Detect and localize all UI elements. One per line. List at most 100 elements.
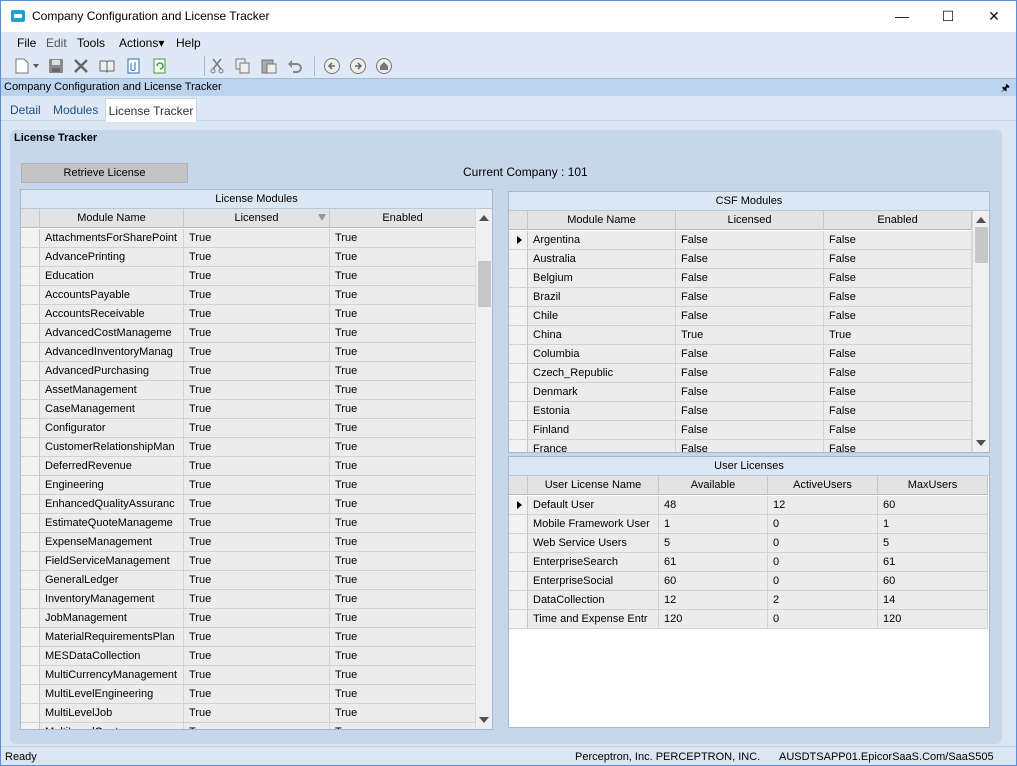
row-selector[interactable]	[509, 534, 528, 553]
row-selector[interactable]	[509, 440, 528, 452]
row-selector[interactable]	[509, 383, 528, 402]
table-cell[interactable]: True	[184, 628, 330, 647]
table-cell[interactable]: True	[330, 343, 476, 362]
delete-icon[interactable]	[72, 57, 90, 75]
table-cell[interactable]: 0	[768, 534, 878, 553]
row-selector[interactable]	[509, 269, 528, 288]
table-cell[interactable]: CaseManagement	[40, 400, 184, 419]
table-cell[interactable]: False	[676, 269, 824, 288]
table-cell[interactable]: False	[676, 307, 824, 326]
table-cell[interactable]: False	[824, 383, 972, 402]
column-header[interactable]: Licensed	[184, 209, 330, 228]
table-cell[interactable]: False	[824, 364, 972, 383]
table-cell[interactable]: True	[330, 685, 476, 704]
row-selector[interactable]	[21, 666, 40, 685]
row-selector[interactable]	[21, 628, 40, 647]
table-cell[interactable]: Web Service Users	[528, 534, 659, 553]
table-cell[interactable]: MultiCurrencyManagement	[40, 666, 184, 685]
table-cell[interactable]: True	[184, 362, 330, 381]
close-button[interactable]: ✕	[971, 1, 1016, 32]
table-cell[interactable]: AccountsPayable	[40, 286, 184, 305]
table-cell[interactable]: EstimateQuoteManageme	[40, 514, 184, 533]
row-selector[interactable]	[21, 286, 40, 305]
row-selector[interactable]	[21, 381, 40, 400]
row-selector[interactable]	[509, 364, 528, 383]
vertical-scrollbar[interactable]	[475, 209, 492, 729]
column-header[interactable]: Module Name	[40, 209, 184, 228]
table-cell[interactable]: True	[330, 305, 476, 324]
table-cell[interactable]: True	[184, 438, 330, 457]
table-cell[interactable]: False	[676, 440, 824, 452]
table-cell[interactable]: True	[330, 419, 476, 438]
table-cell[interactable]: 0	[768, 572, 878, 591]
row-selector[interactable]	[21, 514, 40, 533]
table-cell[interactable]: 5	[878, 534, 988, 553]
row-selector[interactable]	[509, 591, 528, 610]
table-cell[interactable]: Belgium	[528, 269, 676, 288]
table-cell[interactable]: True	[330, 248, 476, 267]
table-cell[interactable]: True	[330, 495, 476, 514]
book-icon[interactable]	[98, 57, 116, 75]
table-cell[interactable]: True	[330, 324, 476, 343]
table-cell[interactable]: 0	[768, 553, 878, 572]
cut-icon[interactable]	[208, 57, 226, 75]
table-cell[interactable]: True	[184, 590, 330, 609]
table-cell[interactable]: InventoryManagement	[40, 590, 184, 609]
back-icon[interactable]	[323, 57, 341, 75]
row-selector[interactable]	[509, 402, 528, 421]
table-cell[interactable]: AdvancedInventoryManag	[40, 343, 184, 362]
table-cell[interactable]: True	[184, 381, 330, 400]
table-cell[interactable]: EnterpriseSearch	[528, 553, 659, 572]
column-header[interactable]: Enabled	[824, 211, 972, 230]
table-cell[interactable]: CustomerRelationshipMan	[40, 438, 184, 457]
scroll-up-icon[interactable]	[479, 215, 489, 221]
new-icon[interactable]	[13, 57, 31, 75]
table-cell[interactable]: False	[824, 345, 972, 364]
table-cell[interactable]: Brazil	[528, 288, 676, 307]
scroll-thumb[interactable]	[975, 227, 988, 263]
table-cell[interactable]: True	[184, 343, 330, 362]
column-header[interactable]: User License Name	[528, 476, 659, 495]
tab-license-tracker[interactable]: License Tracker	[105, 98, 197, 122]
maximize-button[interactable]: ☐	[925, 1, 971, 32]
table-cell[interactable]: 2	[768, 591, 878, 610]
table-cell[interactable]: Mobile Framework User	[528, 515, 659, 534]
row-selector[interactable]	[21, 552, 40, 571]
table-cell[interactable]: False	[676, 250, 824, 269]
row-selector[interactable]	[21, 457, 40, 476]
table-cell[interactable]: True	[330, 400, 476, 419]
row-selector[interactable]	[21, 476, 40, 495]
table-cell[interactable]: False	[676, 345, 824, 364]
scroll-down-icon[interactable]	[479, 717, 489, 723]
table-cell[interactable]: MaterialRequirementsPlan	[40, 628, 184, 647]
table-cell[interactable]: MultiLevelEngineering	[40, 685, 184, 704]
menu-help[interactable]: Help	[176, 36, 201, 50]
save-icon[interactable]	[47, 57, 65, 75]
table-cell[interactable]: False	[676, 421, 824, 440]
row-selector[interactable]	[509, 307, 528, 326]
table-cell[interactable]: True	[184, 229, 330, 248]
current-row-indicator[interactable]	[509, 496, 528, 515]
table-cell[interactable]: True	[184, 286, 330, 305]
vertical-scrollbar[interactable]	[972, 211, 989, 452]
column-header[interactable]: Licensed	[676, 211, 824, 230]
table-cell[interactable]: 12	[768, 496, 878, 515]
tab-detail[interactable]: Detail	[10, 97, 41, 121]
menu-file[interactable]: File	[17, 36, 36, 50]
table-cell[interactable]: True	[330, 552, 476, 571]
table-cell[interactable]: True	[184, 647, 330, 666]
table-cell[interactable]: True	[330, 438, 476, 457]
paste-icon[interactable]	[260, 57, 278, 75]
table-cell[interactable]: True	[330, 704, 476, 723]
table-cell[interactable]: True	[184, 571, 330, 590]
table-cell[interactable]: True	[330, 533, 476, 552]
table-cell[interactable]: True	[330, 590, 476, 609]
table-cell[interactable]: True	[330, 723, 476, 729]
table-cell[interactable]: 1	[659, 515, 768, 534]
scroll-thumb[interactable]	[478, 261, 491, 307]
table-cell[interactable]: MESDataCollection	[40, 647, 184, 666]
row-selector[interactable]	[509, 515, 528, 534]
table-cell[interactable]: True	[184, 685, 330, 704]
table-cell[interactable]: True	[184, 704, 330, 723]
table-cell[interactable]: True	[330, 229, 476, 248]
